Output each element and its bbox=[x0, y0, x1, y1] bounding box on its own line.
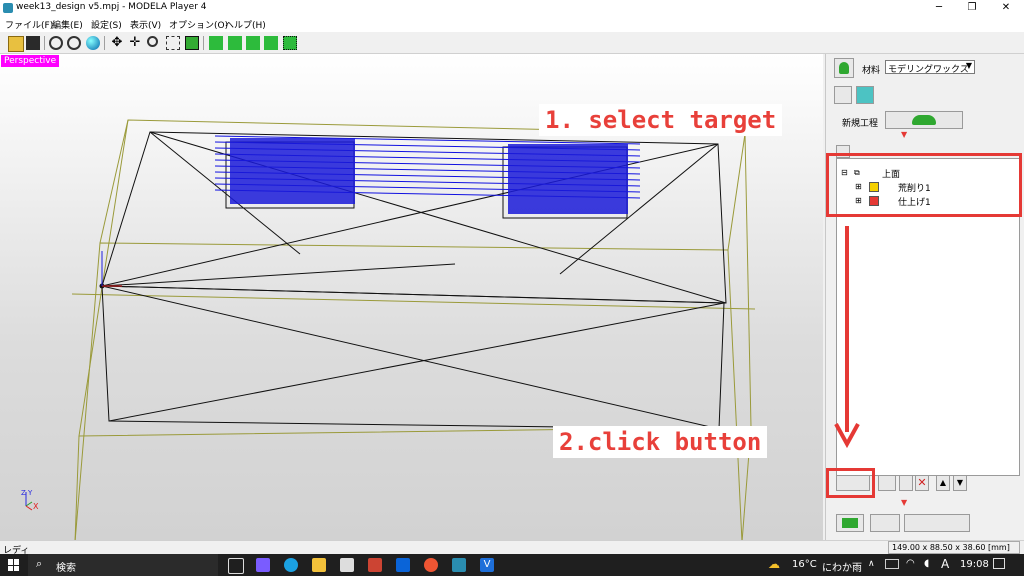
maximize-button[interactable]: ❐ bbox=[955, 0, 989, 16]
ime-indicator[interactable]: A bbox=[941, 557, 949, 571]
material-label: 材料 bbox=[862, 66, 881, 76]
keyboard-icon[interactable] bbox=[885, 559, 899, 569]
clock[interactable]: 19:08 bbox=[960, 559, 989, 570]
menu-options[interactable]: オプション(O) bbox=[169, 18, 228, 31]
highlight-select-target bbox=[826, 153, 1022, 217]
delete-icon[interactable]: ✕ bbox=[915, 475, 929, 491]
wifi-icon[interactable]: ◠ bbox=[906, 558, 915, 569]
weather-temp: 16°C bbox=[792, 559, 817, 570]
triad-x-axis bbox=[25, 505, 33, 511]
v-app-icon[interactable]: V bbox=[480, 558, 494, 572]
menu-bar: ファイル(F) 編集(E) 設定(S) 表示(V) オプション(O) ヘルプ(H… bbox=[0, 16, 1024, 32]
toolbar: ✥ ✛ bbox=[0, 33, 1024, 54]
speaker-icon[interactable]: ◖ bbox=[924, 558, 929, 569]
process-panel: 材料 モデリングワックス ▼ 新規工程 ▼ ⊟ ⧉ 上面 ⊞ 荒削り1 ⊞ 仕上… bbox=[825, 54, 1024, 540]
arrow-down-icon: ▼ bbox=[901, 130, 908, 139]
cut-button[interactable] bbox=[904, 514, 970, 532]
save-icon[interactable] bbox=[26, 36, 40, 50]
tool-icon[interactable] bbox=[228, 36, 242, 50]
weather-icon: ☁ bbox=[768, 557, 780, 571]
orientation-button[interactable] bbox=[856, 86, 874, 104]
triad-y-axis bbox=[25, 501, 33, 507]
search-placeholder: 検索 bbox=[56, 563, 76, 574]
copilot-icon[interactable] bbox=[256, 558, 270, 572]
weather-desc: にわか雨 bbox=[822, 563, 862, 574]
title-bar: week13_design v5.mpj - MODELA Player 4 ─… bbox=[0, 0, 1024, 16]
windows-start-icon[interactable] bbox=[8, 559, 20, 571]
fit-icon[interactable] bbox=[166, 36, 180, 50]
menu-help[interactable]: ヘルプ(H) bbox=[225, 18, 266, 31]
toolpath-pocket-right bbox=[508, 144, 628, 214]
red-arrow-annotation bbox=[834, 226, 860, 449]
view-mode-label: Perspective bbox=[1, 55, 60, 67]
search-icon: ⌕ bbox=[36, 557, 43, 570]
new-process-label: 新規工程 bbox=[842, 119, 879, 129]
simulate-button[interactable] bbox=[870, 514, 900, 532]
open-icon[interactable] bbox=[8, 36, 24, 52]
status-bar: レディ 149.00 x 88.50 x 38.60 [mm] bbox=[0, 540, 1024, 556]
tray-chevron-icon[interactable]: ∧ bbox=[868, 559, 875, 569]
toolbar-separator bbox=[104, 36, 105, 50]
chevron-down-icon: ▼ bbox=[965, 61, 972, 70]
highlight-click-button bbox=[826, 468, 875, 498]
new-process-button[interactable] bbox=[885, 111, 963, 129]
taskbar: ⌕ 検索 V ☁ 16°C にわか雨 ∧ ◠ ◖ A 19:08 bbox=[0, 554, 1024, 576]
material-select[interactable]: モデリングワックス ▼ bbox=[885, 60, 975, 75]
close-button[interactable]: ✕ bbox=[989, 0, 1023, 16]
menu-file[interactable]: ファイル(F) bbox=[5, 18, 53, 31]
arrow-down-icon: ▼ bbox=[901, 498, 908, 507]
toolbar-separator bbox=[44, 36, 45, 50]
move-down-icon[interactable]: ▼ bbox=[953, 475, 967, 491]
minimize-button[interactable]: ─ bbox=[922, 0, 956, 16]
copy-button[interactable] bbox=[899, 475, 913, 491]
sphere-icon[interactable] bbox=[86, 36, 100, 50]
3d-viewport[interactable]: Perspective Z Y X 1. select target 2.cli… bbox=[0, 54, 823, 540]
move-up-icon[interactable]: ▲ bbox=[936, 475, 950, 491]
app-icon-red[interactable] bbox=[368, 558, 382, 572]
check-path-button[interactable] bbox=[878, 475, 896, 491]
axis-triad-zy-label: Z Y bbox=[21, 489, 33, 497]
annotation-step2: 2.click button bbox=[553, 426, 768, 458]
material-select-value: モデリングワックス bbox=[888, 65, 969, 75]
user-icon[interactable] bbox=[834, 58, 854, 78]
material-icon[interactable] bbox=[264, 36, 278, 50]
tool-path-icon[interactable] bbox=[246, 36, 260, 50]
menu-settings[interactable]: 設定(S) bbox=[91, 18, 122, 31]
model-edges bbox=[101, 131, 727, 430]
layout-icon[interactable] bbox=[283, 36, 297, 50]
notification-icon[interactable] bbox=[993, 558, 1005, 569]
axis-triad-x-label: X bbox=[33, 502, 39, 511]
preview-button[interactable] bbox=[836, 514, 864, 532]
store-icon[interactable] bbox=[340, 558, 354, 572]
view-icon[interactable] bbox=[67, 36, 81, 50]
stock-box-button[interactable] bbox=[834, 86, 852, 104]
model-icon[interactable] bbox=[209, 36, 223, 50]
outlook-icon[interactable] bbox=[396, 558, 410, 572]
rotate-icon[interactable] bbox=[49, 36, 63, 50]
explorer-icon[interactable] bbox=[312, 558, 326, 572]
taskbar-search-box[interactable]: ⌕ 検索 bbox=[28, 554, 218, 576]
menu-view[interactable]: 表示(V) bbox=[130, 18, 161, 31]
pan-icon[interactable]: ✛ bbox=[128, 36, 142, 50]
edge-icon[interactable] bbox=[284, 558, 298, 572]
annotation-step1: 1. select target bbox=[539, 104, 783, 136]
stock-box bbox=[71, 119, 756, 540]
modela-player-icon[interactable] bbox=[452, 558, 466, 572]
move-icon[interactable]: ✥ bbox=[110, 36, 124, 50]
window-title: week13_design v5.mpj - MODELA Player 4 bbox=[16, 2, 207, 12]
menu-edit[interactable]: 編集(E) bbox=[52, 18, 83, 31]
toolpath-pocket-left bbox=[230, 138, 355, 204]
task-view-icon[interactable] bbox=[228, 558, 244, 574]
chrome-icon[interactable] bbox=[424, 558, 438, 572]
toolbar-separator bbox=[203, 36, 204, 50]
zoom-icon[interactable] bbox=[147, 36, 158, 47]
dimensions-readout: 149.00 x 88.50 x 38.60 [mm] bbox=[888, 541, 1020, 554]
app-icon bbox=[3, 3, 13, 13]
zoom-box-icon[interactable] bbox=[185, 36, 199, 50]
